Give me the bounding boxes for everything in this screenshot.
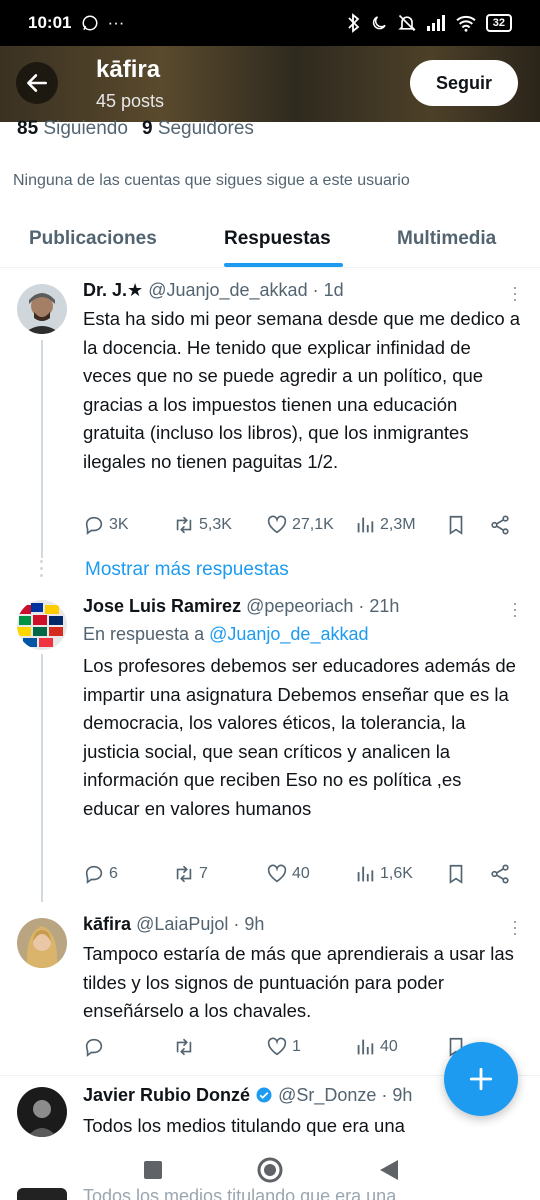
retweet-icon (176, 865, 192, 883)
active-tab-indicator (224, 263, 343, 267)
back-button[interactable] (16, 62, 58, 104)
tab-multimedia[interactable]: Multimedia (397, 228, 496, 250)
square-recents-icon (144, 1161, 162, 1179)
tweet-actions: 3K 5,3K 27,1K 2,3M (83, 514, 523, 544)
share-icon (491, 864, 509, 884)
share-button[interactable] (489, 863, 511, 885)
more-icon[interactable]: · · · (512, 912, 518, 942)
reply-icon (85, 865, 103, 884)
retweet-button[interactable] (173, 1036, 199, 1058)
tab-publicaciones[interactable]: Publicaciones (29, 228, 157, 250)
status-bar: 10:01 ··· 32 (0, 0, 540, 46)
tweet-text: Esta ha sido mi peor semana desde que me… (83, 308, 521, 472)
reply-icon (85, 1038, 103, 1057)
avatar[interactable] (17, 284, 67, 334)
views-button[interactable]: 40 (354, 1036, 398, 1058)
muted-bell-icon (398, 14, 416, 32)
compose-button[interactable] (444, 1042, 518, 1116)
followers-link[interactable]: 9 Seguidores (142, 118, 254, 139)
bookmark-button[interactable] (445, 863, 467, 885)
tweet-header: Dr. J.★ @Juanjo_de_akkad · 1d (83, 280, 344, 301)
bluetooth-icon (348, 13, 360, 33)
retweet-icon (176, 516, 192, 534)
views-icon (357, 517, 374, 533)
views-button[interactable]: 1,6K (354, 863, 413, 885)
more-icon[interactable]: · · · (512, 278, 518, 308)
bookmark-button[interactable] (445, 514, 467, 536)
wifi-icon (456, 15, 476, 32)
mutual-followers-notice: Ninguna de las cuentas que sigues sigue … (13, 172, 410, 189)
avatar[interactable] (17, 918, 67, 968)
reply-button[interactable]: 3K (83, 514, 129, 536)
bookmark-icon (449, 515, 463, 535)
avatar[interactable] (17, 600, 67, 650)
share-button[interactable] (489, 514, 511, 536)
avatar[interactable] (17, 1087, 67, 1137)
more-icon[interactable]: · · · (512, 594, 518, 624)
triangle-back-icon (380, 1160, 398, 1180)
posts-count: 45 posts (96, 91, 165, 111)
recent-apps-button[interactable] (143, 1160, 163, 1185)
author-name: Dr. J.★ (83, 280, 144, 300)
verified-icon (256, 1087, 272, 1103)
like-icon (267, 1037, 287, 1056)
author-handle-time: @LaiaPujol · 9h (136, 914, 265, 934)
like-icon (267, 864, 287, 883)
compose-plus-icon (469, 1067, 493, 1091)
share-icon (491, 515, 509, 535)
follow-button[interactable]: Seguir (410, 60, 518, 106)
tweet-text: Tampoco estaría de más que aprendierais … (83, 943, 514, 1021)
profile-tabs: Publicaciones Respuestas Multimedia (0, 218, 540, 268)
circle-home-icon (257, 1157, 283, 1183)
reply-icon (85, 516, 103, 535)
signal-icon (426, 15, 445, 31)
profile-name: kāfira (96, 56, 161, 83)
tweet-header: kāfira @LaiaPujol · 9h (83, 914, 264, 935)
following-link[interactable]: 85 Siguiendo (17, 118, 128, 139)
show-more-replies-link[interactable]: Mostrar más respuestas (85, 559, 289, 581)
author-handle-time: @Sr_Donze · 9h (278, 1085, 413, 1105)
like-icon (267, 515, 287, 534)
author-handle-time: @pepeoriach · 21h (246, 596, 400, 616)
tab-respuestas[interactable]: Respuestas (224, 228, 331, 250)
follow-stats: 85 Siguiendo 9 Seguidores (17, 118, 254, 140)
tweet[interactable]: Jose Luis Ramirez @pepeoriach · 21h · · · … (0, 588, 540, 908)
back-nav-button[interactable] (378, 1158, 400, 1187)
retweet-icon (176, 1038, 192, 1056)
author-name: Jose Luis Ramirez (83, 596, 242, 616)
tweet[interactable]: Dr. J.★ @Juanjo_de_akkad · 1d · · · Esta h… (0, 270, 540, 570)
reply-to-handle-link[interactable]: @Juanjo_de_akkad (209, 624, 368, 644)
do-not-disturb-moon-icon (372, 16, 386, 30)
reply-button[interactable]: 6 (83, 863, 118, 885)
notification-more-icon: ··· (107, 13, 125, 32)
like-button[interactable]: 27,1K (266, 514, 334, 536)
views-icon (357, 1039, 374, 1055)
bookmark-icon (449, 864, 463, 884)
author-name: kāfira (83, 914, 132, 934)
author-handle-time: @Juanjo_de_akkad · 1d (148, 280, 344, 300)
tweet-text: Todos los medios titulando que era una (83, 1115, 405, 1136)
scrolled-text-peek: Todos los medios titulando que era una (83, 1186, 397, 1200)
reply-to-line: En respuesta a @Juanjo_de_akkad (83, 624, 369, 644)
views-button[interactable]: 2,3M (354, 514, 416, 536)
whatsapp-icon (82, 15, 98, 31)
like-button[interactable]: 1 (266, 1036, 301, 1058)
tweet-text: Los profesores debemos ser educadores ad… (83, 655, 516, 819)
tweet-header: Javier Rubio Donzé @Sr_Donze · 9h (83, 1085, 412, 1106)
battery-indicator: 32 (485, 14, 512, 32)
tweet-header: Jose Luis Ramirez @pepeoriach · 21h (83, 596, 399, 617)
home-button[interactable] (256, 1156, 284, 1189)
status-time: 10:01 (28, 13, 72, 32)
profile-header: kāfira 45 posts Seguir (0, 46, 540, 122)
views-icon (357, 866, 374, 882)
retweet-button[interactable]: 7 (173, 863, 208, 885)
retweet-button[interactable]: 5,3K (173, 514, 232, 536)
tweet-actions: 6 7 40 1,6K (83, 863, 523, 893)
back-arrow-icon (27, 74, 47, 92)
author-name: Javier Rubio Donzé (83, 1085, 251, 1105)
like-button[interactable]: 40 (266, 863, 310, 885)
reply-button[interactable] (83, 1036, 109, 1058)
